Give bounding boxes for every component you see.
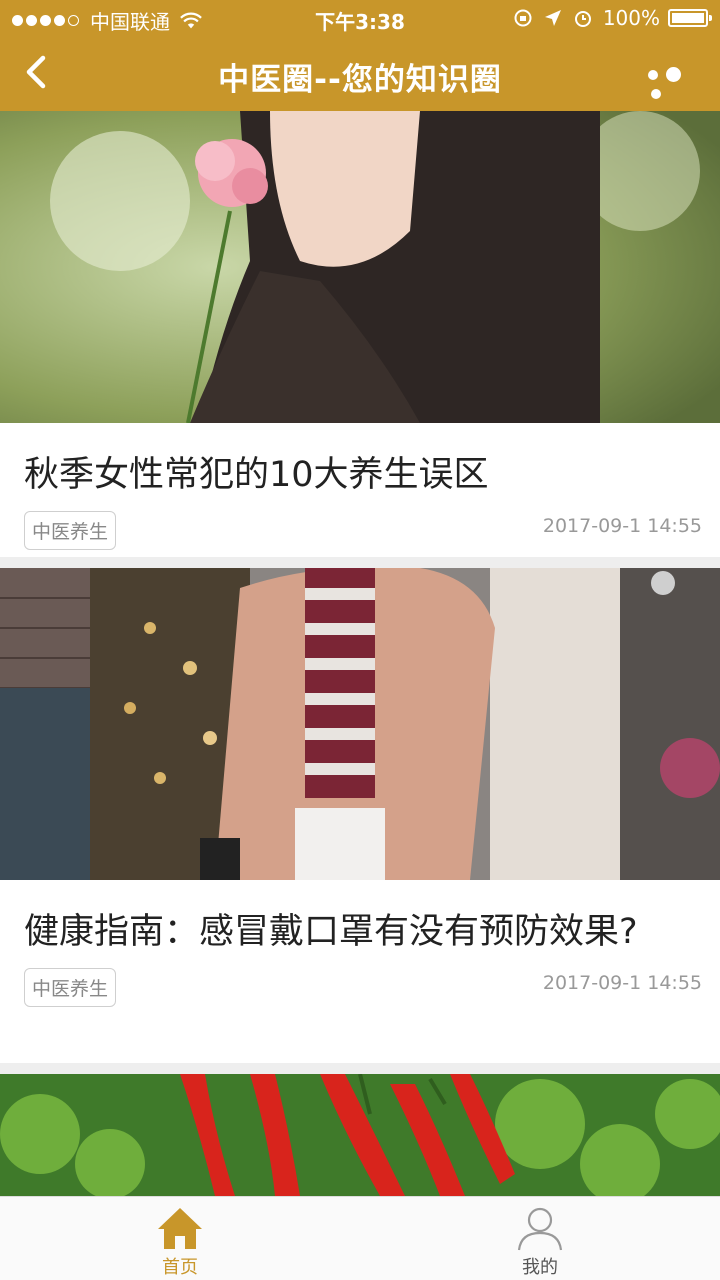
article-card[interactable] — [0, 1073, 720, 1196]
article-card[interactable]: 健康指南：感冒戴口罩有没有预防效果? 中医养生 2017-09-1 14:55 — [0, 568, 720, 1063]
home-icon — [158, 1208, 202, 1249]
article-cover-image — [0, 1073, 720, 1196]
more-dots-icon[interactable] — [648, 64, 692, 99]
battery-icon — [668, 9, 712, 27]
alarm-icon — [574, 11, 591, 27]
rotation-lock-icon — [514, 9, 532, 27]
publish-date: 2017-09-1 14:55 — [542, 515, 702, 537]
publish-date: 2017-09-1 14:55 — [542, 972, 702, 994]
tab-mine-label: 我的 — [522, 1257, 558, 1278]
article-feed[interactable]: 秋季女性常犯的10大养生误区 中医养生 2017-09-1 14:55 健康指南… — [0, 111, 720, 1196]
article-title[interactable]: 秋季女性常犯的10大养生误区 — [0, 427, 720, 501]
status-right: 100% — [513, 6, 712, 30]
page-title: 中医圈--您的知识圈 — [218, 62, 502, 98]
nav-bar: 中医圈--您的知识圈 — [0, 36, 720, 111]
user-icon — [517, 1207, 563, 1251]
battery-percent: 100% — [602, 6, 660, 30]
tab-home-label: 首页 — [162, 1257, 198, 1278]
status-bar: 中国联通 下午3:38 100% — [0, 0, 720, 36]
category-tag[interactable]: 中医养生 — [24, 511, 117, 550]
article-title[interactable]: 健康指南：感冒戴口罩有没有预防效果? — [0, 884, 720, 958]
article-cover-image — [0, 568, 720, 880]
tab-mine[interactable]: 我的 — [450, 1197, 630, 1280]
article-meta: 中医养生 2017-09-1 14:55 — [0, 501, 720, 561]
article-cover-image — [0, 111, 720, 424]
tab-bar: 首页 我的 — [0, 1196, 720, 1280]
tab-home[interactable]: 首页 — [90, 1197, 270, 1280]
location-arrow-icon — [544, 10, 561, 26]
category-tag[interactable]: 中医养生 — [24, 968, 117, 1007]
article-card[interactable]: 秋季女性常犯的10大养生误区 中医养生 2017-09-1 14:55 — [0, 111, 720, 557]
article-meta: 中医养生 2017-09-1 14:55 — [0, 958, 720, 1018]
top-bar: 中国联通 下午3:38 100% 中医圈--您的知识圈 — [0, 0, 720, 111]
